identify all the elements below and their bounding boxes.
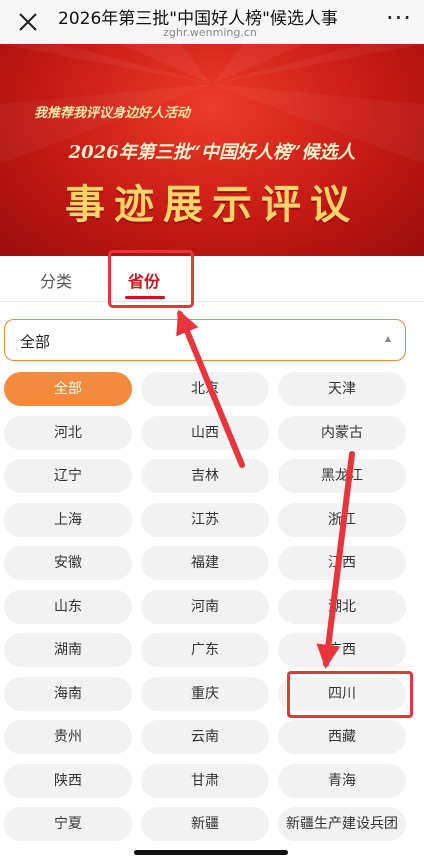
more-options-icon[interactable]: ··· — [384, 6, 414, 34]
province-option[interactable]: 黑龙江 — [278, 459, 406, 493]
caret-up-icon: ▲ — [384, 334, 391, 343]
province-option[interactable]: 广西 — [278, 633, 406, 667]
province-option[interactable]: 辽宁 — [4, 459, 132, 493]
province-option[interactable]: 新疆生产建设兵团 — [278, 807, 406, 841]
province-option[interactable]: 海南 — [4, 676, 132, 711]
province-option[interactable]: 山西 — [141, 415, 269, 450]
province-option[interactable]: 宁夏 — [4, 807, 132, 841]
province-option[interactable]: 江苏 — [141, 502, 269, 537]
highlight-box-sichuan — [287, 671, 413, 718]
province-option[interactable]: 山东 — [4, 589, 132, 624]
province-option[interactable]: 天津 — [278, 372, 406, 406]
tab-category[interactable]: 分类 — [40, 268, 72, 292]
province-option[interactable]: 广东 — [141, 633, 269, 667]
close-icon[interactable] — [14, 8, 42, 36]
page-domain: zghr.wenming.cn — [163, 26, 257, 39]
province-option[interactable]: 甘肃 — [141, 763, 269, 798]
province-option[interactable]: 吉林 — [141, 459, 269, 493]
province-option[interactable]: 重庆 — [141, 676, 269, 711]
province-option[interactable]: 江西 — [278, 546, 406, 580]
province-option[interactable]: 陕西 — [4, 763, 132, 798]
event-banner: 我推荐我评议身边好人活动 2026年第三批“中国好人榜”候选人 事迹展示评议 — [0, 44, 424, 256]
province-option[interactable]: 浙江 — [278, 502, 406, 537]
home-indicator — [134, 850, 288, 855]
banner-subtitle: 2026年第三批“中国好人榜”候选人 — [68, 142, 356, 163]
province-option[interactable]: 湖北 — [278, 589, 406, 624]
province-option[interactable]: 安徽 — [4, 546, 132, 580]
province-option[interactable]: 新疆 — [141, 807, 269, 841]
province-option[interactable]: 贵州 — [4, 720, 132, 754]
title-bar: 2026年第三批"中国好人榜"候选人事 zghr.wenming.cn ··· — [0, 0, 424, 44]
province-option[interactable]: 上海 — [4, 502, 132, 537]
select-value: 全部 — [20, 333, 51, 351]
province-option[interactable]: 全部 — [4, 372, 132, 406]
province-option[interactable]: 河北 — [4, 415, 132, 450]
province-option[interactable]: 河南 — [141, 589, 269, 624]
province-option[interactable]: 西藏 — [278, 720, 406, 754]
province-option[interactable]: 湖南 — [4, 633, 132, 667]
province-option[interactable]: 云南 — [141, 720, 269, 754]
province-select[interactable]: 全部 ▲ — [4, 319, 406, 361]
province-option[interactable]: 北京 — [141, 372, 269, 406]
province-option[interactable]: 青海 — [278, 763, 406, 798]
province-option[interactable]: 福建 — [141, 546, 269, 580]
banner-title: 事迹展示评议 — [65, 181, 359, 228]
province-option[interactable]: 内蒙古 — [278, 415, 406, 450]
banner-campaign-text: 我推荐我评议身边好人活动 — [34, 106, 191, 121]
filter-tabs: 分类 省份 — [0, 256, 424, 302]
highlight-box-province-tab — [108, 250, 194, 308]
